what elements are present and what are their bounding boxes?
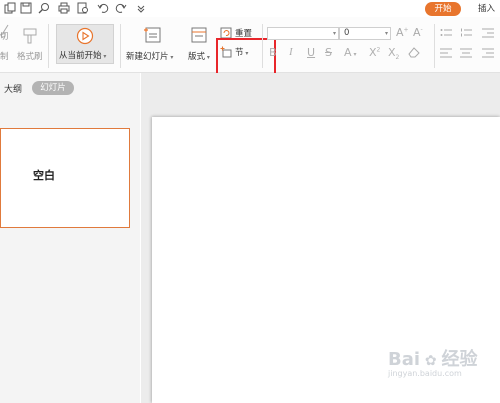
numbered-list-icon[interactable] [460, 28, 472, 38]
print-icon[interactable] [58, 2, 70, 14]
play-from-current-text: 从当前开始 [59, 51, 102, 61]
play-from-current-button[interactable]: 从当前开始 ▾ [56, 24, 114, 64]
superscript-icon[interactable]: X2 [369, 46, 380, 59]
undo-icon[interactable] [97, 2, 109, 14]
align-center-icon[interactable] [460, 48, 472, 58]
layout-button[interactable]: 版式 ▾ [188, 50, 210, 62]
group-separator [262, 24, 263, 68]
new-slide-label: 新建幻灯片 [126, 52, 169, 62]
align-left-icon[interactable] [440, 48, 452, 58]
tab-outline-label: 大纲 [4, 85, 23, 95]
play-icon [76, 27, 94, 45]
bold-icon[interactable]: B [269, 46, 277, 59]
play-from-current-label: 从当前开始 ▾ [59, 49, 106, 61]
font-size-combo[interactable]: 0 ▾ [339, 27, 391, 40]
group-separator [120, 24, 121, 68]
watermark-url: jingyan.baidu.com [388, 369, 462, 378]
layout-label: 版式 [188, 52, 206, 62]
group-separator [434, 24, 435, 68]
new-slide-button[interactable]: 新建幻灯片 ▾ [126, 50, 173, 62]
strikethrough-icon[interactable]: S [325, 46, 332, 59]
tab-outline[interactable]: 大纲 [4, 82, 22, 95]
subscript-icon[interactable]: X2 [388, 46, 399, 61]
baidu-watermark: Bai ✿ 经验 jingyan.baidu.com [388, 345, 478, 378]
redo-icon[interactable] [115, 2, 127, 14]
italic-icon[interactable]: I [289, 46, 293, 58]
group-separator [48, 24, 49, 68]
clipboard-extra-label[interactable]: 制 [0, 50, 9, 62]
watermark-brand: Bai [388, 349, 421, 370]
bullet-list-icon[interactable] [440, 28, 452, 38]
layout-icon[interactable] [190, 26, 208, 44]
thumbnail-title: 空白 [33, 169, 55, 182]
new-slide-icon[interactable] [143, 26, 163, 44]
dropdown-caret-icon: ▾ [168, 54, 174, 61]
slide-thumbnail[interactable]: 空白 [0, 128, 130, 228]
font-shrink-icon[interactable]: A- [413, 26, 423, 39]
chevron-down-icon: ▾ [384, 30, 388, 37]
font-color-icon[interactable]: A ▾ [344, 46, 356, 59]
save-icon[interactable] [20, 2, 32, 14]
chevron-down-icon: ▾ [332, 30, 336, 37]
clear-format-icon[interactable] [408, 47, 420, 58]
tab-start-label: 开始 [434, 4, 452, 14]
quick-access-toolbar [0, 0, 160, 17]
font-size-value: 0 [344, 28, 350, 38]
slide-panel [0, 73, 140, 403]
copy-icon[interactable] [4, 2, 16, 14]
find-icon[interactable] [38, 2, 50, 14]
tab-insert[interactable]: 插入 [478, 2, 495, 16]
tab-start[interactable]: 开始 [425, 2, 461, 16]
watermark-brand-cn: 经验 [441, 349, 478, 370]
tab-slides-label: 幻灯片 [40, 83, 66, 93]
customize-icon[interactable] [135, 2, 147, 14]
font-grow-icon[interactable]: A+ [396, 26, 409, 39]
tab-insert-label: 插入 [478, 4, 496, 14]
cut-label[interactable]: 切 [0, 30, 9, 42]
font-name-combo[interactable]: ▾ [267, 27, 339, 40]
underline-icon[interactable]: U [307, 46, 315, 59]
paw-icon: ✿ [420, 353, 442, 369]
tab-slides[interactable]: 幻灯片 [32, 81, 74, 95]
align-right-icon[interactable] [482, 48, 494, 58]
dropdown-caret-icon: ▾ [205, 54, 210, 61]
indent-icon[interactable] [482, 28, 494, 38]
dropdown-caret-icon: ▾ [101, 53, 107, 60]
format-painter-label[interactable]: 格式刷 [17, 50, 43, 62]
format-painter-icon[interactable] [21, 27, 39, 45]
preview-icon[interactable] [77, 2, 89, 14]
